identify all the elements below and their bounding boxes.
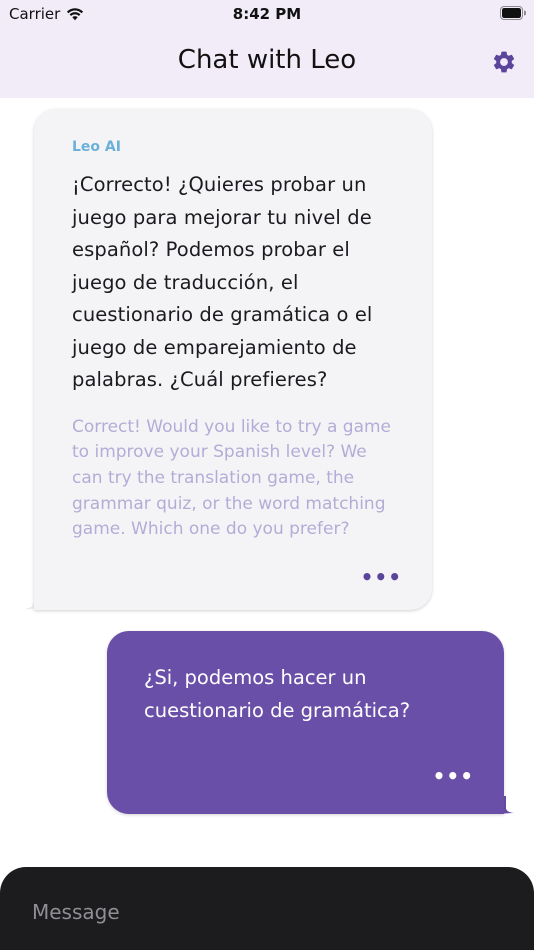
ai-message-text: ¡Correcto! ¿Quieres probar un juego para… — [72, 173, 373, 391]
user-message-text: ¿Si, podemos hacer un cuestionario de gr… — [144, 666, 411, 722]
user-message-bubble[interactable]: ¿Si, podemos hacer un cuestionario de gr… — [107, 631, 504, 814]
page-title: Chat with Leo — [177, 45, 357, 75]
status-time: 8:42 PM — [232, 5, 302, 23]
more-options-icon[interactable]: ••• — [433, 764, 474, 788]
battery-icon — [500, 6, 526, 20]
chat-screen: Carrier 8:42 PM Chat with Leo Leo AI ¡Co… — [0, 0, 534, 950]
gear-icon[interactable] — [491, 49, 517, 75]
status-bar: Carrier 8:42 PM — [0, 0, 534, 28]
sender-label: Leo AI — [72, 139, 121, 155]
header-background: Carrier 8:42 PM Chat with Leo — [0, 0, 534, 98]
message-input[interactable] — [32, 897, 492, 927]
message-input-bar — [0, 867, 534, 950]
ai-message-translation: Correct! Would you like to try a game to… — [72, 416, 391, 540]
ai-message-bubble[interactable]: Leo AI ¡Correcto! ¿Quieres probar un jue… — [34, 109, 432, 610]
more-options-icon[interactable]: ••• — [361, 565, 402, 589]
